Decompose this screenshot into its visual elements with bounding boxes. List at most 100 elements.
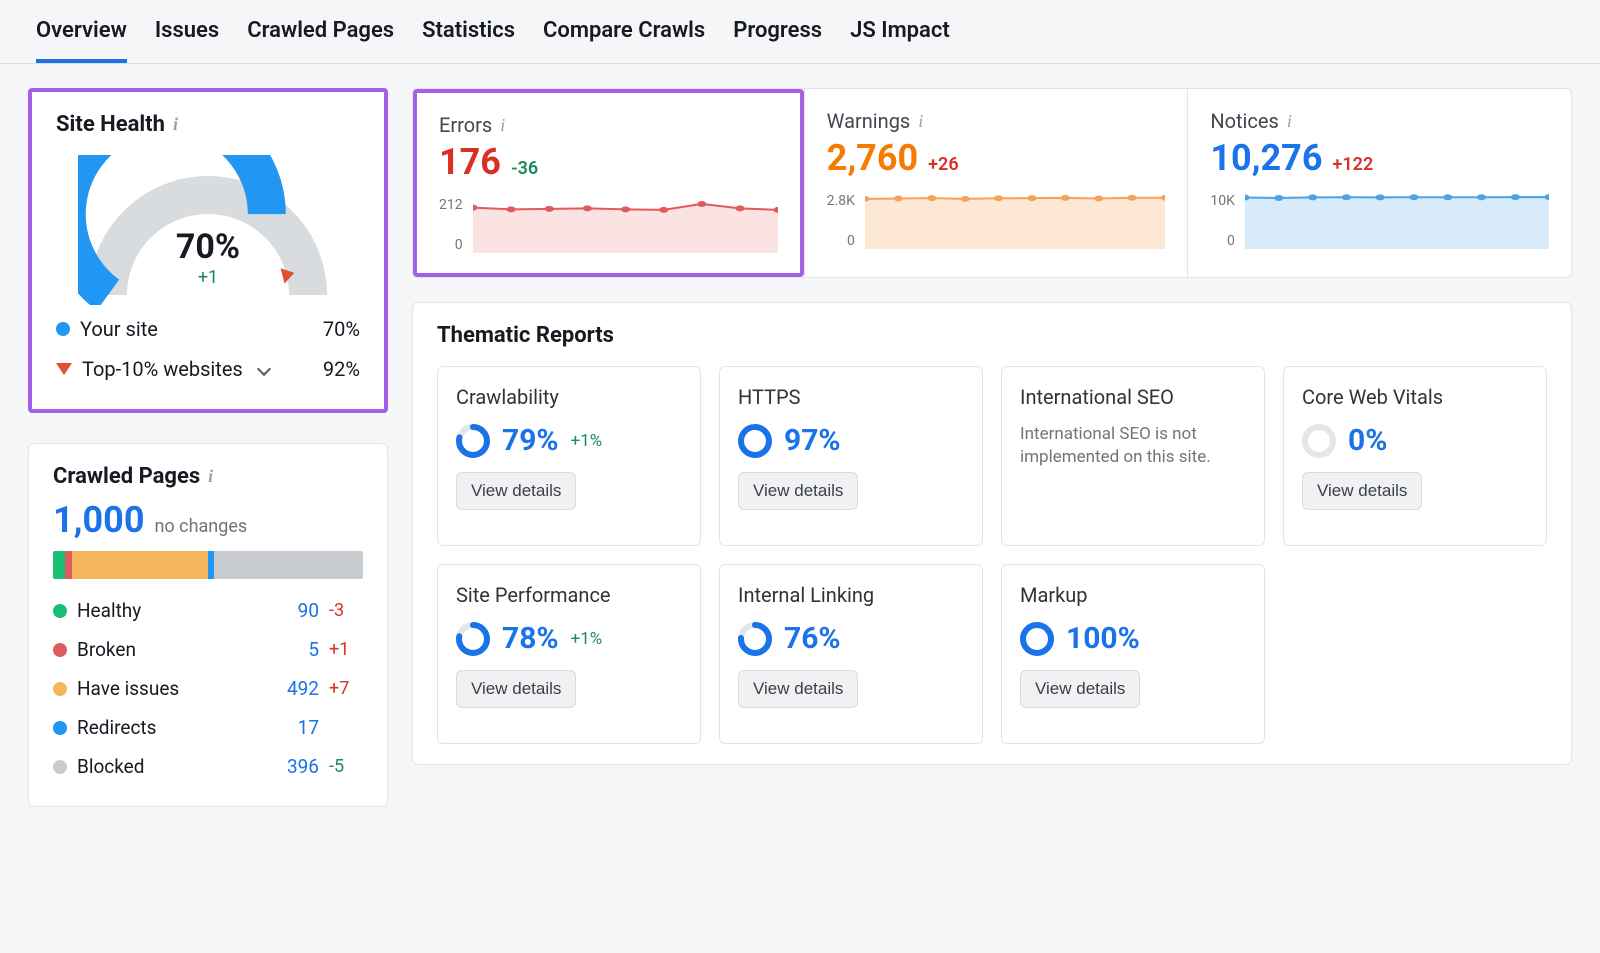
dot-icon: [53, 604, 67, 618]
view-details-button[interactable]: View details: [738, 670, 858, 708]
bar-segment: [214, 551, 363, 579]
site-health-legend-row: Your site 70%: [56, 309, 360, 349]
metric-title: Errors i: [439, 113, 778, 137]
mini-chart-axis: 10K0: [1210, 193, 1235, 249]
metric-value: 2,760: [827, 137, 918, 179]
crawled-pages-title: Crawled Pages i: [53, 464, 363, 489]
metric-notices[interactable]: Notices i 10,276 +122 10K0: [1187, 89, 1571, 277]
site-health-gauge: 70% +1: [78, 155, 338, 305]
site-health-legend-row[interactable]: Top-10% websites 92%: [56, 349, 360, 389]
view-details-button[interactable]: View details: [456, 670, 576, 708]
donut-icon: [1020, 622, 1054, 656]
bar-segment: [53, 551, 65, 579]
view-details-button[interactable]: View details: [456, 472, 576, 510]
crawled-delta: +7: [329, 678, 363, 699]
metric-value: 10,276: [1210, 137, 1322, 179]
info-icon[interactable]: i: [173, 114, 178, 135]
dot-icon: [53, 721, 67, 735]
crawled-label: Broken: [77, 638, 267, 661]
view-details-button[interactable]: View details: [738, 472, 858, 510]
legend-value: 70%: [323, 317, 360, 341]
thematic-card-site-performance: Site Performance 78% +1% View details: [437, 564, 701, 744]
tab-bar: Overview Issues Crawled Pages Statistics Com…: [0, 0, 1600, 64]
crawled-row-redirects[interactable]: Redirects 17: [53, 708, 363, 747]
crawled-note: no changes: [154, 516, 247, 537]
crawled-delta: +1: [329, 639, 363, 660]
tab-crawled-pages[interactable]: Crawled Pages: [247, 18, 394, 63]
info-icon[interactable]: i: [208, 466, 213, 487]
thematic-card-title: Site Performance: [456, 583, 682, 607]
tab-issues[interactable]: Issues: [155, 18, 219, 63]
info-icon[interactable]: i: [918, 111, 923, 132]
view-details-button[interactable]: View details: [1302, 472, 1422, 510]
dot-icon: [53, 682, 67, 696]
crawled-row-blocked[interactable]: Blocked 396 -5: [53, 747, 363, 786]
metric-title: Warnings i: [827, 109, 1166, 133]
gauge-delta: +1: [78, 267, 338, 288]
thematic-card-core-web-vitals: Core Web Vitals 0% View details: [1283, 366, 1547, 546]
thematic-card-title: Crawlability: [456, 385, 682, 409]
legend-label: Your site: [80, 317, 158, 341]
metric-delta: +26: [928, 154, 958, 175]
thematic-card-title: Markup: [1020, 583, 1246, 607]
info-icon[interactable]: i: [1287, 111, 1292, 132]
crawled-value: 5: [277, 638, 319, 661]
crawled-total: 1,000: [53, 499, 144, 541]
mini-chart-axis: 2120: [439, 197, 463, 253]
dot-icon: [53, 643, 67, 657]
thematic-card-pct: 0%: [1348, 423, 1387, 458]
donut-icon: [738, 424, 772, 458]
crawled-label: Have issues: [77, 677, 267, 700]
thematic-card-internal-linking: Internal Linking 76% View details: [719, 564, 983, 744]
metrics-row: Errors i 176 -36 2120 Warnings i 2,760 +…: [412, 88, 1572, 278]
thematic-card-pct: 76%: [784, 621, 841, 656]
crawled-delta: -5: [329, 756, 363, 777]
crawled-row-have-issues[interactable]: Have issues 492 +7: [53, 669, 363, 708]
legend-label: Top-10% websites: [82, 357, 243, 381]
tab-progress[interactable]: Progress: [733, 18, 822, 63]
metric-title: Notices i: [1210, 109, 1549, 133]
thematic-card-title: International SEO: [1020, 385, 1246, 409]
thematic-card-title: HTTPS: [738, 385, 964, 409]
site-health-card: Site Health i 70% +1 Your site 70% Top-10%…: [28, 88, 388, 413]
legend-value: 92%: [323, 357, 360, 381]
thematic-card-https: HTTPS 97% View details: [719, 366, 983, 546]
crawled-row-broken[interactable]: Broken 5 +1: [53, 630, 363, 669]
site-health-title-text: Site Health: [56, 112, 165, 137]
crawled-row-healthy[interactable]: Healthy 90 -3: [53, 591, 363, 630]
bar-segment: [72, 551, 208, 579]
crawled-pages-card: Crawled Pages i 1,000 no changes Healthy…: [28, 443, 388, 807]
thematic-card-title: Core Web Vitals: [1302, 385, 1528, 409]
thematic-card-title: Internal Linking: [738, 583, 964, 607]
crawled-label: Healthy: [77, 599, 267, 622]
tab-statistics[interactable]: Statistics: [422, 18, 515, 63]
crawled-label: Redirects: [77, 716, 267, 739]
metric-errors[interactable]: Errors i 176 -36 2120: [413, 89, 804, 277]
donut-icon: [456, 622, 490, 656]
thematic-reports-card: Thematic Reports Crawlability 79% +1% Vi…: [412, 302, 1572, 765]
chevron-down-icon[interactable]: [257, 362, 271, 376]
crawled-value: 492: [277, 677, 319, 700]
thematic-card-pct: 100%: [1066, 621, 1140, 656]
metric-delta: -36: [511, 158, 538, 179]
thematic-card-pct: 78%: [502, 621, 559, 656]
crawled-value: 396: [277, 755, 319, 778]
crawled-value: 17: [277, 716, 319, 739]
view-details-button[interactable]: View details: [1020, 670, 1140, 708]
crawled-label: Blocked: [77, 755, 267, 778]
sparkline-chart: [473, 197, 778, 253]
donut-icon: [738, 622, 772, 656]
thematic-card-crawlability: Crawlability 79% +1% View details: [437, 366, 701, 546]
tab-overview[interactable]: Overview: [36, 18, 127, 63]
thematic-card-pct: 79%: [502, 423, 559, 458]
metric-delta: +122: [1332, 154, 1373, 175]
tab-compare-crawls[interactable]: Compare Crawls: [543, 18, 705, 63]
info-icon[interactable]: i: [500, 115, 505, 136]
crawled-value: 90: [277, 599, 319, 622]
tab-js-impact[interactable]: JS Impact: [850, 18, 950, 63]
thematic-card-desc: International SEO is not implemented on …: [1020, 423, 1246, 469]
metric-value: 176: [439, 141, 501, 183]
donut-icon: [456, 424, 490, 458]
metric-warnings[interactable]: Warnings i 2,760 +26 2.8K0: [804, 89, 1188, 277]
sparkline-chart: [865, 193, 1165, 249]
